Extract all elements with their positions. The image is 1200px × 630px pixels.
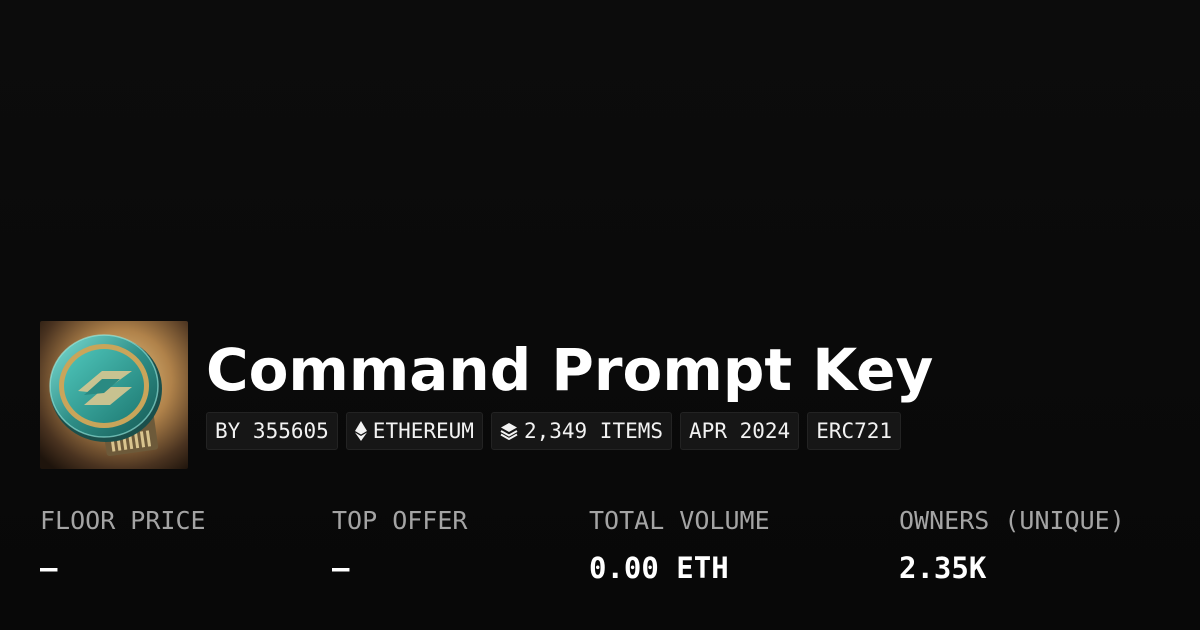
- layers-icon: [500, 422, 518, 440]
- ethereum-icon: [354, 421, 367, 441]
- chain-badge-label: ETHEREUM: [372, 419, 474, 443]
- standard-badge: ERC721: [807, 412, 902, 450]
- collection-thumbnail[interactable]: [40, 321, 188, 469]
- collection-stats: FLOOR PRICE — TOP OFFER — TOTAL VOLUME 0…: [40, 506, 1180, 596]
- stat-value: —: [332, 551, 350, 585]
- stat-value: —: [40, 551, 58, 585]
- stat-value: 0.00 ETH: [589, 551, 729, 585]
- collection-badges: BY 355605 ETHEREUM 2,349 ITEMS APR 2024 …: [206, 412, 933, 450]
- creator-badge-label: BY 355605: [215, 419, 329, 443]
- standard-badge-label: ERC721: [816, 419, 893, 443]
- stat-label: TOTAL VOLUME: [589, 506, 770, 535]
- collection-card: Command Prompt Key BY 355605 ETHEREUM 2,…: [0, 0, 1200, 630]
- collection-header: Command Prompt Key BY 355605 ETHEREUM 2,…: [40, 321, 933, 469]
- date-badge: APR 2024: [680, 412, 800, 450]
- chain-badge[interactable]: ETHEREUM: [345, 412, 483, 450]
- stat-value: 2.35K: [899, 551, 987, 585]
- stat-floor-price: FLOOR PRICE —: [40, 506, 206, 585]
- command-prompt-key-coin-icon: [40, 321, 188, 469]
- title-block: Command Prompt Key BY 355605 ETHEREUM 2,…: [206, 321, 933, 450]
- items-badge-label: 2,349 ITEMS: [523, 419, 664, 443]
- date-badge-label: APR 2024: [689, 419, 791, 443]
- stat-label: OWNERS (UNIQUE): [899, 506, 1125, 535]
- stat-label: FLOOR PRICE: [40, 506, 206, 535]
- stat-total-volume: TOTAL VOLUME 0.00 ETH: [589, 506, 770, 585]
- stat-owners: OWNERS (UNIQUE) 2.35K: [899, 506, 1125, 585]
- creator-badge[interactable]: BY 355605: [206, 412, 338, 450]
- stat-label: TOP OFFER: [332, 506, 468, 535]
- stat-top-offer: TOP OFFER —: [332, 506, 467, 585]
- items-badge[interactable]: 2,349 ITEMS: [490, 412, 673, 450]
- collection-title: Command Prompt Key: [206, 336, 934, 404]
